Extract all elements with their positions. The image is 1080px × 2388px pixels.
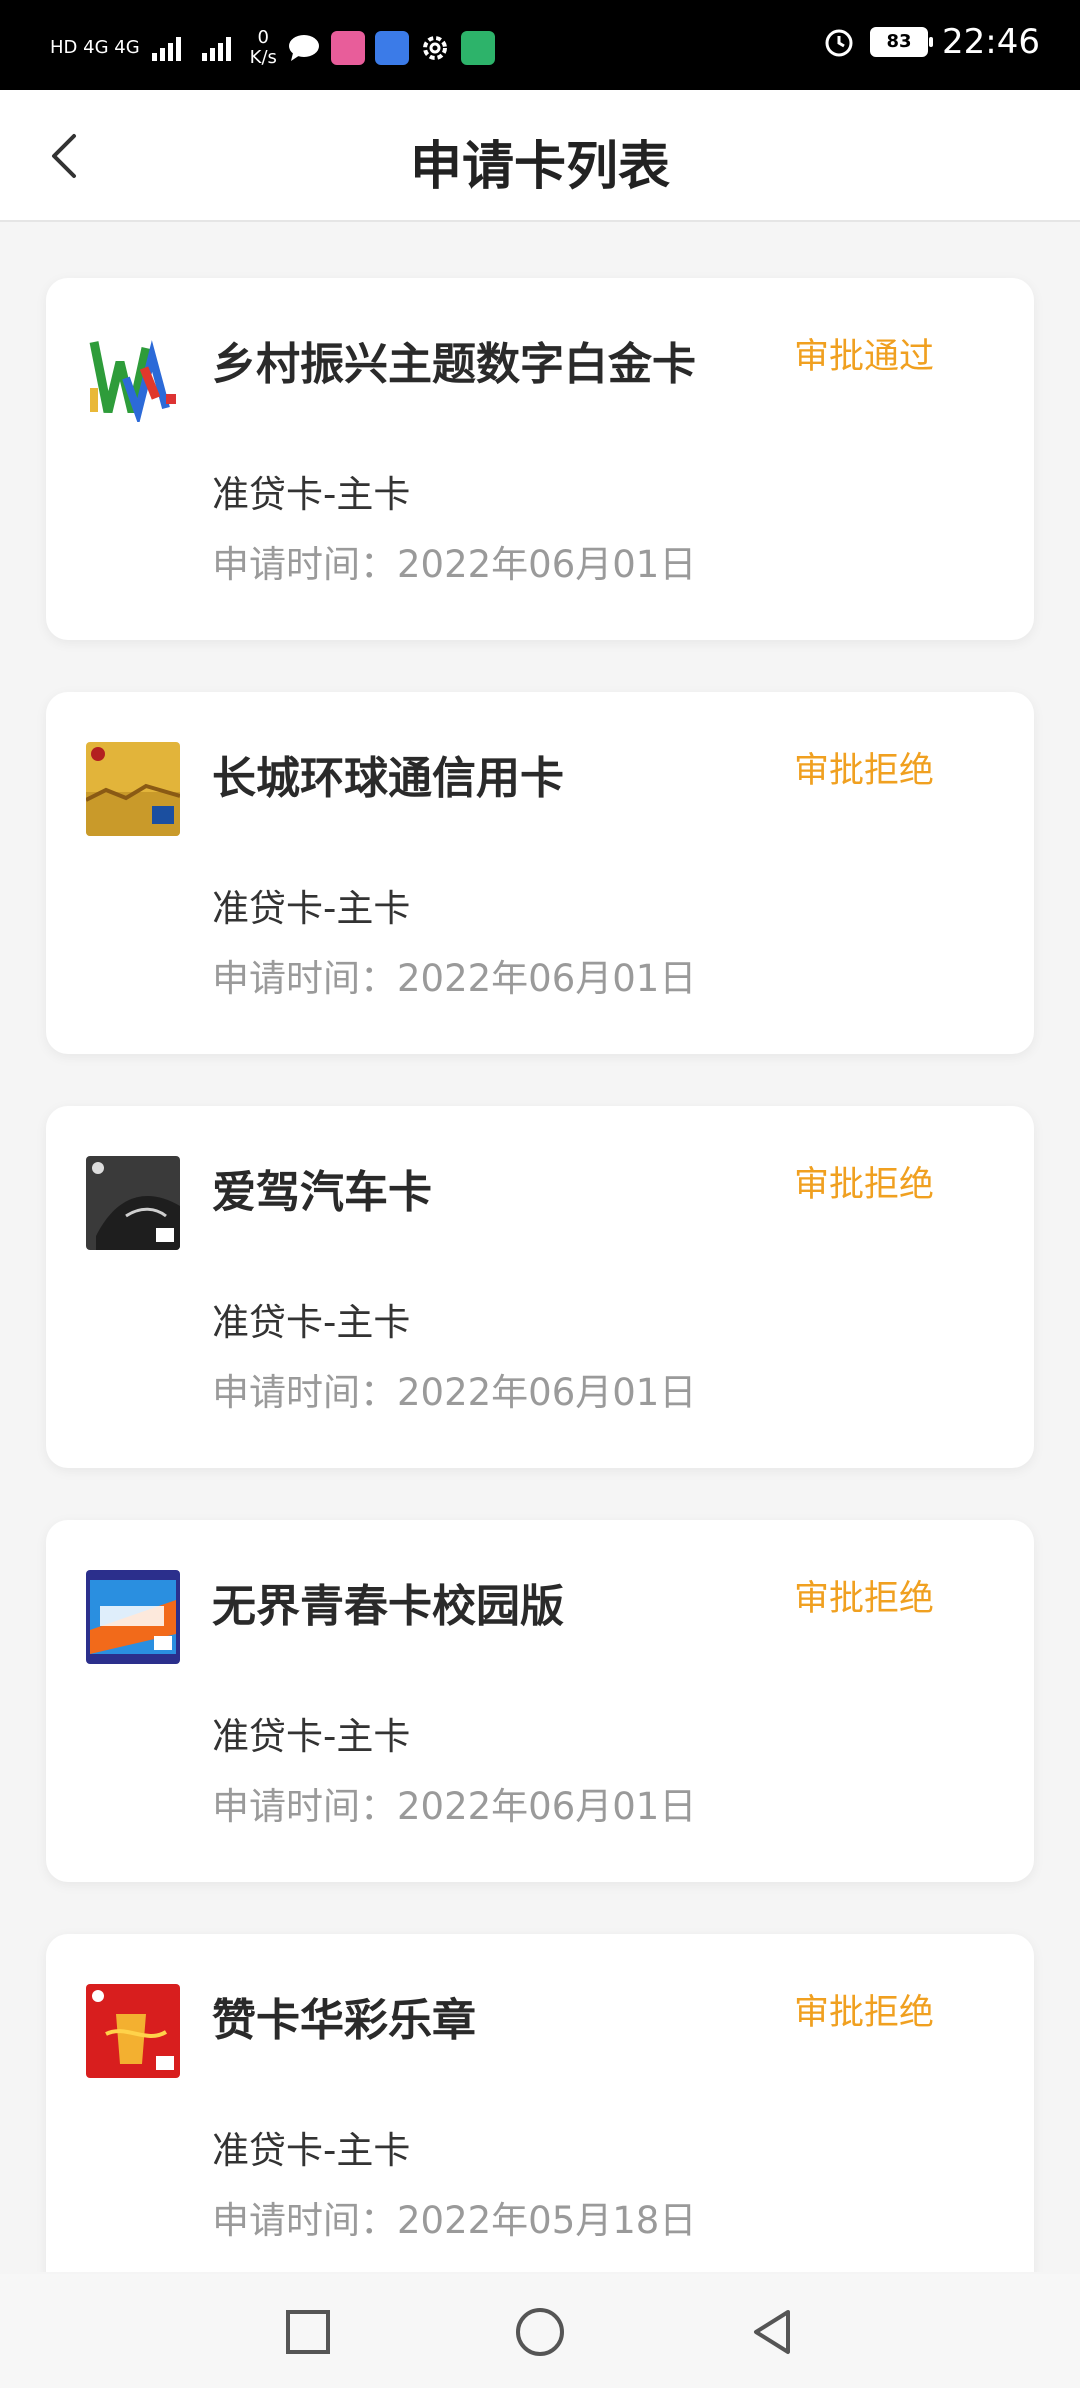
status-badge: 审批拒绝 bbox=[793, 1165, 934, 1205]
application-card[interactable]: 无界青春卡校园版 审批拒绝 准贷卡-主卡 申请时间：2022年06月01日 bbox=[46, 1520, 1034, 1882]
card-thumbnail bbox=[86, 1570, 180, 1664]
back-nav-icon[interactable] bbox=[746, 2306, 798, 2358]
network-indicator: HD 4G 4G bbox=[50, 37, 140, 58]
home-icon[interactable] bbox=[514, 2306, 566, 2358]
application-card[interactable]: 长城环球通信用卡 审批拒绝 准贷卡-主卡 申请时间：2022年06月01日 bbox=[46, 692, 1034, 1054]
app-icon-music bbox=[330, 31, 365, 65]
status-bar: HD 4G 4G 0 K/s 83 22:46 bbox=[0, 0, 1080, 90]
status-badge: 审批拒绝 bbox=[793, 751, 934, 791]
application-date: 申请时间：2022年05月18日 bbox=[212, 2199, 697, 2242]
status-badge: 审批拒绝 bbox=[793, 1993, 934, 2033]
page-title: 申请卡列表 bbox=[409, 137, 670, 197]
application-date: 申请时间：2022年06月01日 bbox=[212, 1785, 697, 1828]
application-date: 申请时间：2022年06月01日 bbox=[212, 543, 697, 586]
card-thumbnail bbox=[86, 742, 180, 836]
card-type: 准贷卡-主卡 bbox=[212, 2129, 411, 2172]
application-date: 申请时间：2022年06月01日 bbox=[212, 957, 697, 1000]
status-badge: 审批拒绝 bbox=[793, 1579, 934, 1619]
card-thumbnail bbox=[86, 1984, 180, 2078]
card-name: 长城环球通信用卡 bbox=[212, 753, 564, 804]
card-name: 乡村振兴主题数字白金卡 bbox=[212, 339, 696, 390]
card-thumbnail bbox=[86, 328, 180, 422]
battery-indicator: 83 bbox=[870, 27, 934, 57]
card-name: 爱驾汽车卡 bbox=[212, 1167, 432, 1218]
application-card[interactable]: 乡村振兴主题数字白金卡 审批通过 准贷卡-主卡 申请时间：2022年06月01日 bbox=[46, 278, 1034, 640]
status-badge: 审批通过 bbox=[793, 337, 934, 377]
application-card[interactable]: 爱驾汽车卡 审批拒绝 准贷卡-主卡 申请时间：2022年06月01日 bbox=[46, 1106, 1034, 1468]
card-type: 准贷卡-主卡 bbox=[212, 887, 411, 930]
status-right: 83 22:46 bbox=[822, 22, 1040, 62]
settings-icon bbox=[422, 36, 447, 60]
application-date: 申请时间：2022年06月01日 bbox=[212, 1371, 697, 1414]
signal-icon-2 bbox=[201, 37, 231, 61]
app-header: 申请卡列表 bbox=[0, 90, 1080, 222]
card-name: 赞卡华彩乐章 bbox=[212, 1995, 476, 2046]
status-left: HD 4G 4G 0 K/s bbox=[50, 28, 495, 68]
application-card[interactable]: 赞卡华彩乐章 审批拒绝 准贷卡-主卡 申请时间：2022年05月18日 bbox=[46, 1934, 1034, 2272]
card-thumbnail bbox=[86, 1156, 180, 1250]
app-icon-home bbox=[460, 31, 495, 65]
recent-apps-icon[interactable] bbox=[282, 2306, 334, 2358]
card-type: 准贷卡-主卡 bbox=[212, 1715, 411, 1758]
card-application-list[interactable]: 乡村振兴主题数字白金卡 审批通过 准贷卡-主卡 申请时间：2022年06月01日… bbox=[0, 222, 1080, 2272]
card-type: 准贷卡-主卡 bbox=[212, 473, 411, 516]
app-icon-audio bbox=[374, 31, 409, 65]
signal-icon bbox=[151, 37, 181, 61]
alarm-icon bbox=[825, 29, 853, 57]
system-nav-bar bbox=[0, 2274, 1080, 2388]
clock: 22:46 bbox=[942, 22, 1040, 62]
card-type: 准贷卡-主卡 bbox=[212, 1301, 411, 1344]
chat-icon bbox=[288, 35, 319, 61]
net-speed: 0 K/s bbox=[249, 27, 277, 68]
card-name: 无界青春卡校园版 bbox=[212, 1581, 564, 1632]
